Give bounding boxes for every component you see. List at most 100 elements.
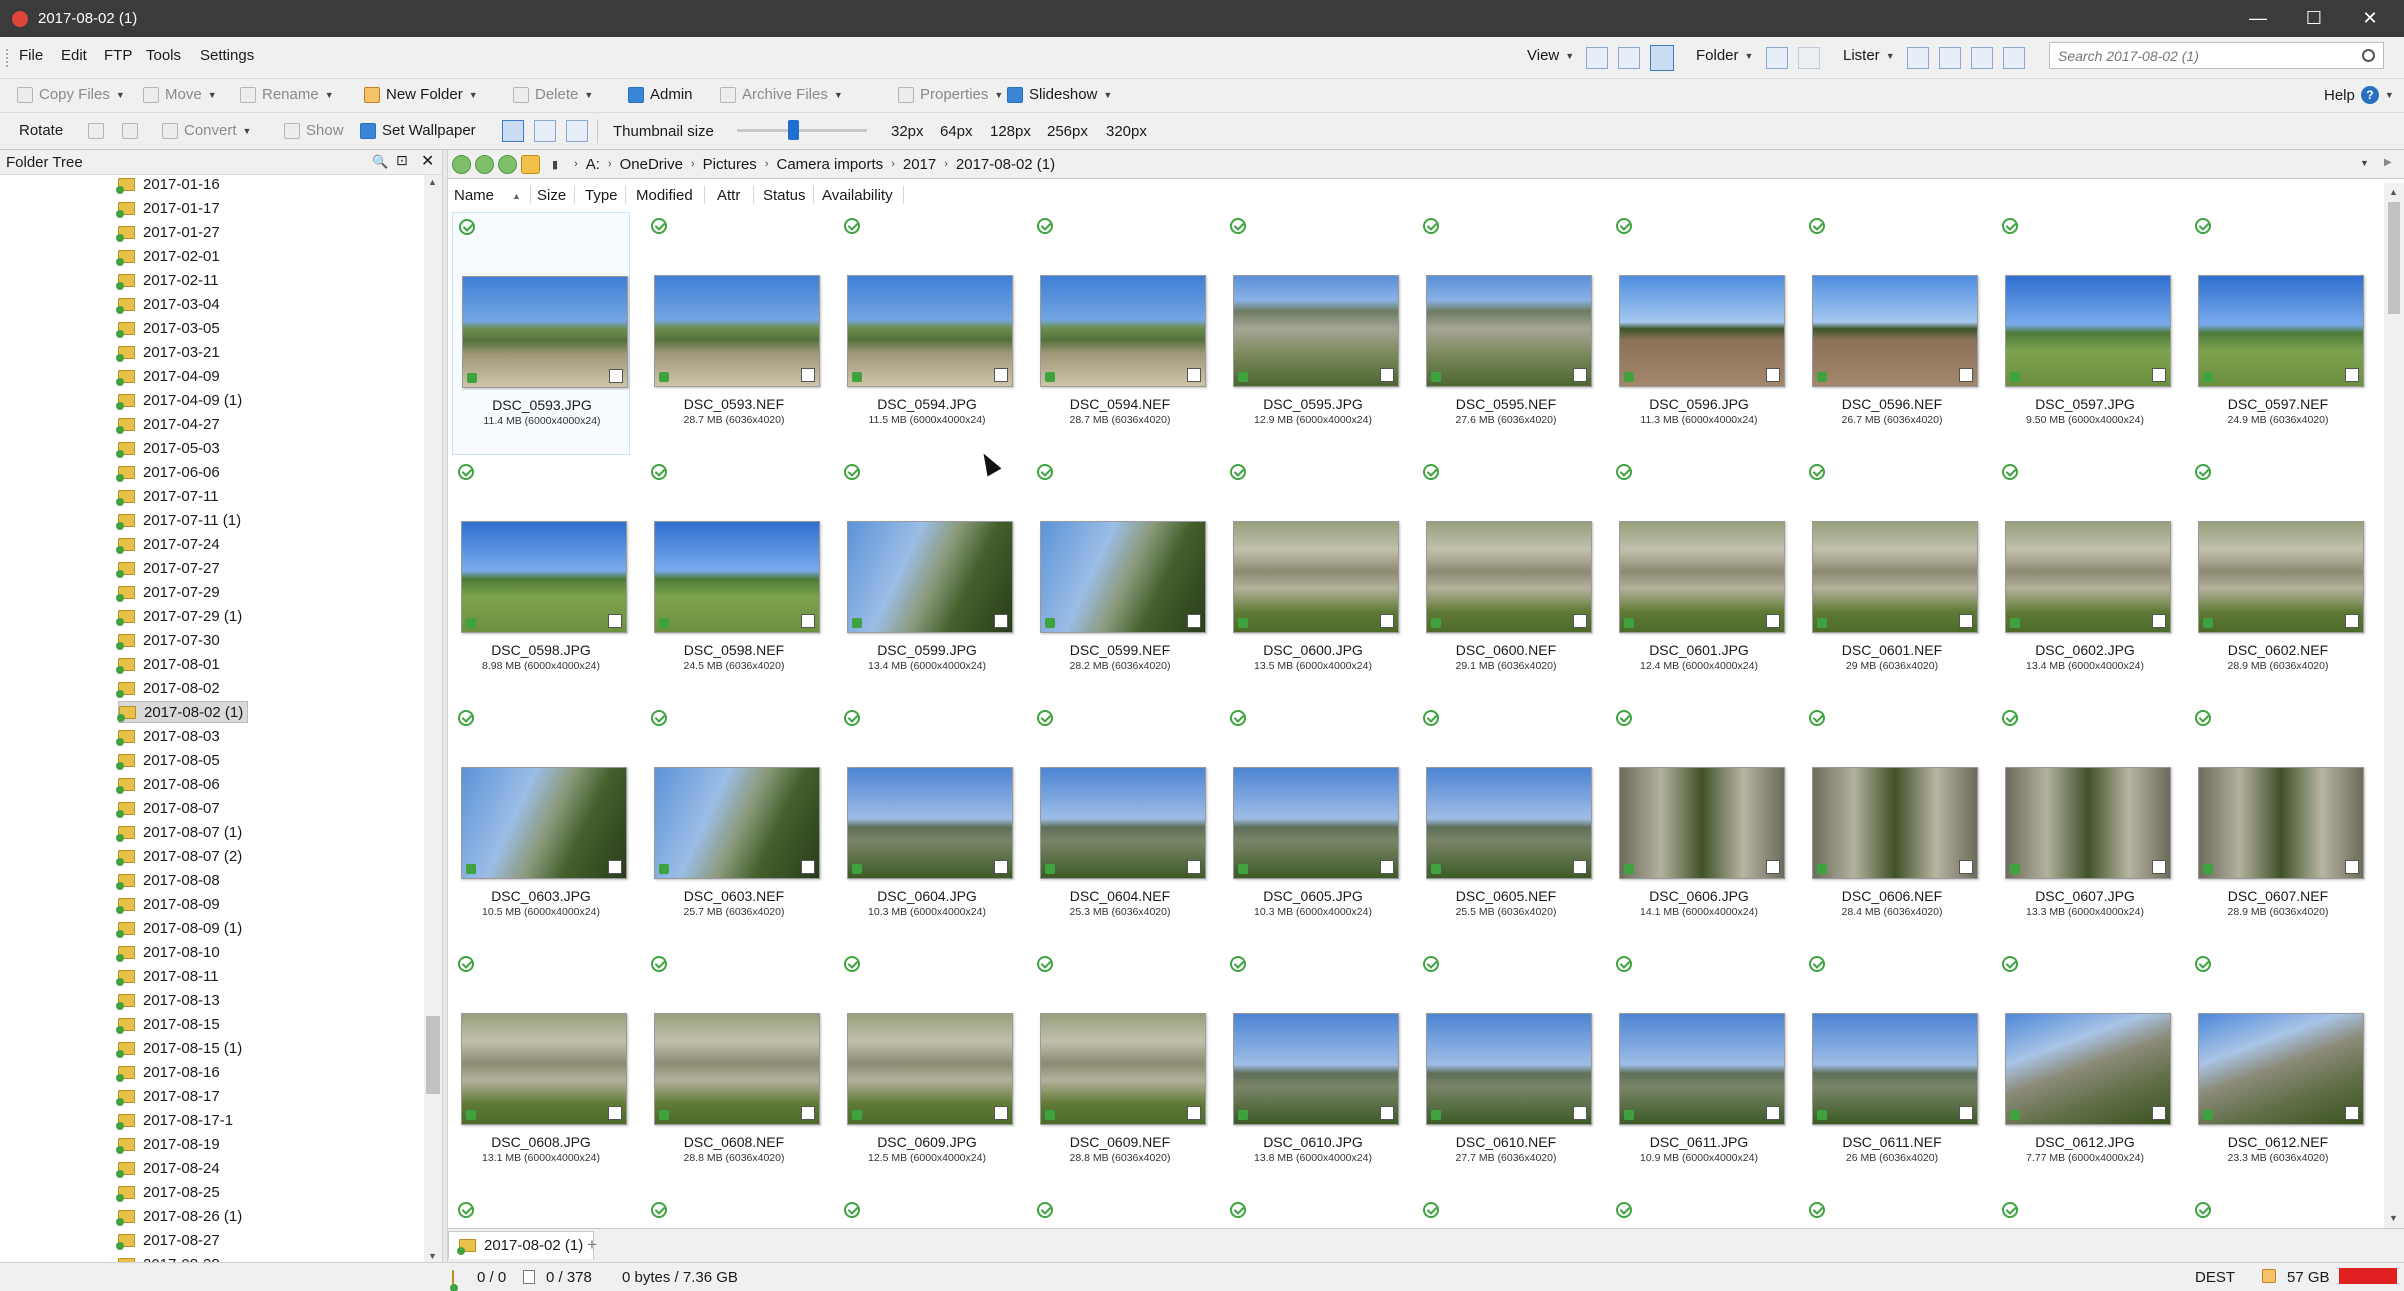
column-availability[interactable]: Availability <box>822 187 893 204</box>
column-divider[interactable] <box>903 186 904 204</box>
crumb-pictures[interactable]: Pictures <box>703 156 757 173</box>
photo-thumbnail-image[interactable] <box>1619 1013 1785 1125</box>
photo-thumbnail-image[interactable] <box>1619 767 1785 879</box>
tree-item[interactable]: 2017-01-16 <box>116 175 224 195</box>
convert-button[interactable]: Convert ▼ <box>162 122 251 139</box>
file-thumbnail[interactable]: DSC_0603.JPG 10.5 MB (6000x4000x24) <box>452 704 630 947</box>
lister-single-icon[interactable] <box>1907 47 1929 69</box>
photo-thumbnail-image[interactable] <box>2198 767 2364 879</box>
photo-thumbnail-image[interactable] <box>847 767 1013 879</box>
file-thumbnail[interactable]: DSC_0611.NEF 26 MB (6036x4020) <box>1803 950 1981 1193</box>
tree-item[interactable]: 2017-04-27 <box>116 413 224 435</box>
file-thumbnail[interactable]: DSC_0600.NEF 29.1 MB (6036x4020) <box>1417 458 1595 701</box>
photo-thumbnail-image[interactable] <box>847 1013 1013 1125</box>
file-thumbnail[interactable]: DSC_0610.NEF 27.7 MB (6036x4020) <box>1417 950 1595 1193</box>
rotate-right-icon[interactable] <box>122 123 138 139</box>
file-thumbnail[interactable]: DSC_0606.NEF 28.4 MB (6036x4020) <box>1803 704 1981 947</box>
menu-edit[interactable]: Edit <box>61 47 87 64</box>
view-power-icon[interactable] <box>1618 47 1640 69</box>
photo-thumbnail-image[interactable] <box>1812 767 1978 879</box>
photo-thumbnail-image[interactable] <box>847 275 1013 387</box>
crumb-camera-imports[interactable]: Camera imports <box>776 156 883 173</box>
photo-thumbnail-image[interactable] <box>1040 767 1206 879</box>
folder-tree[interactable]: 2017-01-16 2017-01-17 2017-01-27 2017-02-01… <box>0 175 424 1266</box>
file-thumbnail[interactable]: DSC_0604.NEF 25.3 MB (6036x4020) <box>1031 704 1209 947</box>
tree-item[interactable]: 2017-03-04 <box>116 293 224 315</box>
column-name[interactable]: Name <box>454 187 494 204</box>
crumb-drive[interactable]: A: <box>586 156 600 173</box>
file-thumbnail[interactable]: DSC_0598.JPG 8.98 MB (6000x4000x24) <box>452 458 630 701</box>
tree-item[interactable]: 2017-02-01 <box>116 245 224 267</box>
delete-button[interactable]: Delete ▼ <box>513 86 593 103</box>
file-thumbnail[interactable]: DSC_0610.JPG 13.8 MB (6000x4000x24) <box>1224 950 1402 1193</box>
file-thumbnail[interactable]: DSC_0612.NEF 23.3 MB (6036x4020) <box>2189 950 2367 1193</box>
tree-item[interactable]: 2017-07-30 <box>116 629 224 651</box>
menu-settings[interactable]: Settings <box>200 47 254 64</box>
search-icon[interactable] <box>2362 49 2375 62</box>
tree-item[interactable]: 2017-08-05 <box>116 749 224 771</box>
size-64px[interactable]: 64px <box>940 123 973 140</box>
view-thumbnails-icon[interactable] <box>1650 45 1674 71</box>
file-thumbnail[interactable]: DSC_0609.NEF 28.8 MB (6036x4020) <box>1031 950 1209 1193</box>
tree-scroll-thumb[interactable] <box>426 1016 440 1094</box>
photo-thumbnail-image[interactable] <box>2005 275 2171 387</box>
tree-item[interactable]: 2017-07-29 (1) <box>116 605 246 627</box>
tree-vertical-scrollbar[interactable]: ▲ ▼ <box>424 175 442 1266</box>
column-attr[interactable]: Attr <box>717 187 740 204</box>
tree-item[interactable]: 2017-08-07 (2) <box>116 845 246 867</box>
tab-current-folder[interactable]: 2017-08-02 (1) <box>448 1231 595 1259</box>
tree-item[interactable]: 2017-07-24 <box>116 533 224 555</box>
tree-item[interactable]: 2017-01-27 <box>116 221 224 243</box>
tree-item[interactable]: 2017-08-17-1 <box>116 1109 237 1131</box>
slideshow-button[interactable]: Slideshow ▼ <box>1007 86 1112 103</box>
file-thumbnail[interactable]: DSC_0602.NEF 28.9 MB (6036x4020) <box>2189 458 2367 701</box>
size-256px[interactable]: 256px <box>1047 123 1088 140</box>
tree-item[interactable]: 2017-03-21 <box>116 341 224 363</box>
file-thumbnail[interactable]: DSC_0605.NEF 25.5 MB (6036x4020) <box>1417 704 1595 947</box>
photo-thumbnail-image[interactable] <box>1812 275 1978 387</box>
back-icon[interactable] <box>452 154 471 174</box>
tree-item[interactable]: 2017-08-08 <box>116 869 224 891</box>
path-expand-icon[interactable]: ▶ <box>2384 157 2392 168</box>
tree-item[interactable]: 2017-08-25 <box>116 1181 224 1203</box>
forward-icon[interactable] <box>475 154 494 174</box>
favorites-icon[interactable] <box>521 154 540 174</box>
folder-dropdown[interactable]: Folder ▼ <box>1696 47 1753 64</box>
photo-thumbnail-image[interactable] <box>654 275 820 387</box>
thumb-view-large-icon[interactable] <box>502 120 524 142</box>
grid-vertical-scrollbar[interactable]: ▲ ▼ <box>2384 183 2404 1228</box>
rotate-left-icon[interactable] <box>88 123 104 139</box>
photo-thumbnail-image[interactable] <box>2005 521 2171 633</box>
column-status[interactable]: Status <box>763 187 806 204</box>
tree-item[interactable]: 2017-04-09 (1) <box>116 389 246 411</box>
new-tab-button[interactable]: + <box>582 1235 602 1257</box>
tree-item[interactable]: 2017-01-17 <box>116 197 224 219</box>
view-dropdown[interactable]: View ▼ <box>1527 47 1574 64</box>
size-32px[interactable]: 32px <box>891 123 924 140</box>
lister-dual-icon[interactable] <box>1939 47 1961 69</box>
photo-thumbnail-image[interactable] <box>2198 1013 2364 1125</box>
column-divider[interactable] <box>530 186 531 204</box>
size-128px[interactable]: 128px <box>990 123 1031 140</box>
photo-thumbnail-image[interactable] <box>1233 1013 1399 1125</box>
file-thumbnail[interactable]: DSC_0611.JPG 10.9 MB (6000x4000x24) <box>1610 950 1788 1193</box>
tree-item[interactable]: 2017-07-11 <box>116 485 223 507</box>
thumbnail-grid[interactable]: DSC_0593.JPG 11.4 MB (6000x4000x24) DSC_05… <box>448 208 2380 1228</box>
grid-scroll-thumb[interactable] <box>2388 202 2400 314</box>
file-thumbnail[interactable]: DSC_0594.JPG 11.5 MB (6000x4000x24) <box>838 212 1016 455</box>
photo-thumbnail-image[interactable] <box>461 1013 627 1125</box>
close-pane-icon[interactable]: ✕ <box>421 151 434 171</box>
up-icon[interactable] <box>498 154 517 174</box>
file-thumbnail[interactable]: DSC_0596.NEF 26.7 MB (6036x4020) <box>1803 212 1981 455</box>
thumbnail-size-slider[interactable] <box>737 129 867 132</box>
tree-item[interactable]: 2017-07-11 (1) <box>116 509 245 531</box>
close-button[interactable]: ✕ <box>2336 0 2404 37</box>
file-thumbnail[interactable]: DSC_0607.JPG 13.3 MB (6000x4000x24) <box>1996 704 2174 947</box>
photo-thumbnail-image[interactable] <box>2005 767 2171 879</box>
scroll-up-icon[interactable]: ▲ <box>428 177 437 187</box>
tree-item[interactable]: 2017-04-09 <box>116 365 224 387</box>
tree-item[interactable]: 2017-07-29 <box>116 581 224 603</box>
tree-item[interactable]: 2017-08-02 <box>116 677 224 699</box>
new-folder-button[interactable]: New Folder ▼ <box>364 86 478 103</box>
column-size[interactable]: Size <box>537 187 566 204</box>
